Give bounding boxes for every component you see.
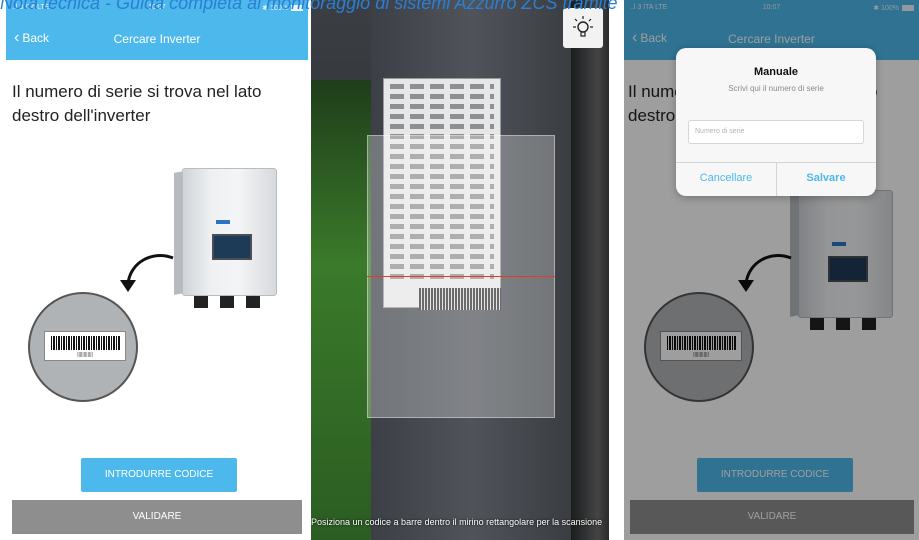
- phone-screen-manual-entry: ..l 3 ITA LTE 10:07 ✱ 100% ‹ Back Cercar…: [624, 0, 919, 540]
- cancel-button[interactable]: Cancellare: [676, 172, 776, 184]
- serial-number-input[interactable]: Numero di serie: [688, 120, 864, 144]
- manual-entry-dialog: Manuale Scrivi qui il numero di serie Nu…: [676, 48, 876, 196]
- phone-screen-search-inverter: ..l 3 ITA LTE 10:07 ✱ 100% ‹ Back Cercar…: [6, 0, 308, 540]
- scan-hint-text: Posiziona un codice a barre dentro il mi…: [311, 517, 603, 527]
- phone-screen-barcode-scanner: Posiziona un codice a barre dentro il mi…: [311, 0, 609, 540]
- save-button[interactable]: Salvare: [776, 172, 876, 184]
- curved-arrow-icon: [120, 254, 174, 292]
- validate-button[interactable]: VALIDARE: [12, 500, 302, 534]
- dialog-title: Manuale: [753, 66, 798, 78]
- page: Nota tecnica - Guida completa al monitor…: [0, 0, 919, 540]
- scan-laser-line: [367, 276, 555, 277]
- camera-cabinet-edge: [571, 0, 609, 540]
- barcode-icon: [51, 336, 121, 350]
- nav-bar: ‹ Back Cercare Inverter: [6, 16, 308, 60]
- dialog-message: Scrivi qui il numero di serie: [728, 84, 824, 93]
- lightbulb-icon: [573, 16, 593, 37]
- instruction-text: Il numero di serie si trova nel lato des…: [12, 82, 262, 125]
- introduce-code-button[interactable]: INTRODURRE CODICE: [81, 458, 237, 492]
- serial-label-zoom: ||||||||||||: [28, 292, 138, 402]
- inverter-illustration: [174, 168, 282, 308]
- nav-title: Cercare Inverter: [113, 32, 201, 46]
- camera-grass: [311, 80, 371, 540]
- serial-sticker: ||||||||||||: [44, 331, 126, 361]
- serial-digits: ||||||||||||: [77, 352, 93, 358]
- document-title: Nota tecnica - Guida completa al monitor…: [0, 0, 618, 13]
